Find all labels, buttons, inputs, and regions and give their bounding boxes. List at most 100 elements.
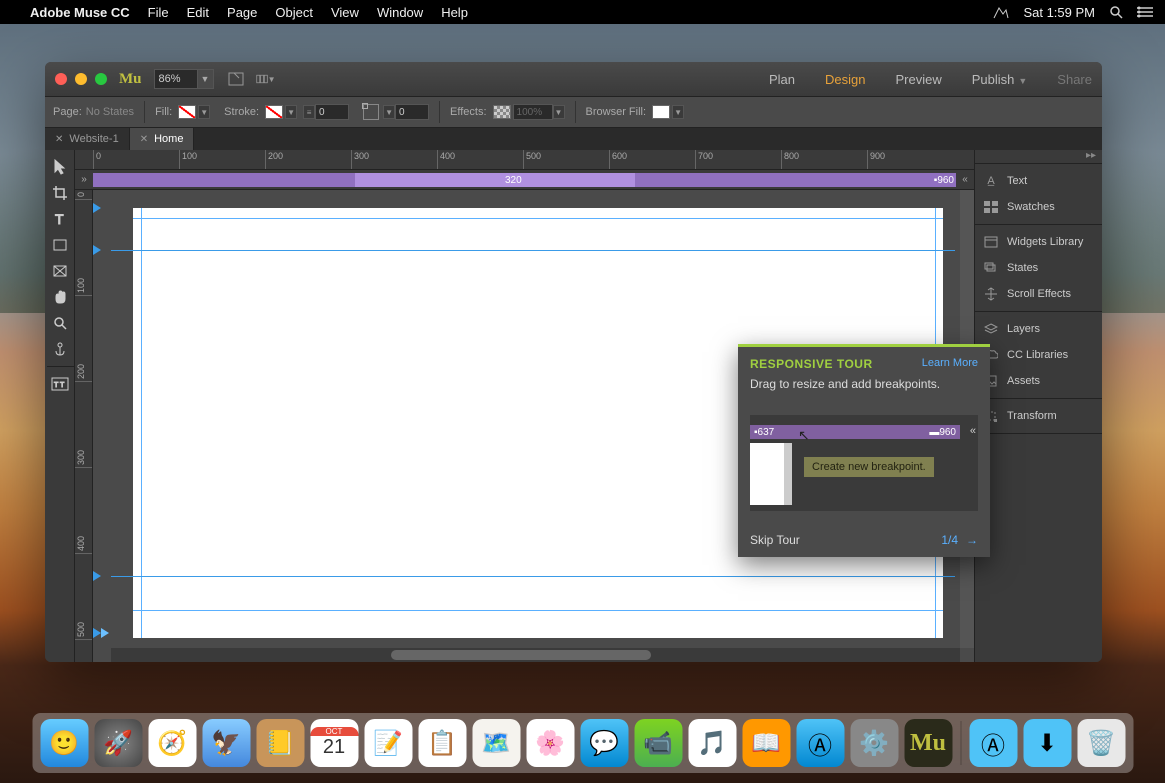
dock-calendar[interactable]: OCT21 <box>310 719 358 767</box>
guide-horizontal[interactable] <box>133 610 943 611</box>
panel-scroll-effects[interactable]: Scroll Effects <box>975 281 1102 307</box>
dock-ibooks[interactable]: 📖 <box>742 719 790 767</box>
stroke-swatch[interactable] <box>265 105 283 119</box>
guide-horizontal[interactable] <box>133 218 943 219</box>
dock-reminders[interactable]: 📋 <box>418 719 466 767</box>
bp-chevron-right[interactable]: « <box>958 170 972 189</box>
stroke-weight-icon[interactable]: ≡ <box>303 105 315 119</box>
tour-learn-more-link[interactable]: Learn More <box>922 357 978 371</box>
dock-trash[interactable]: 🗑️ <box>1077 719 1125 767</box>
nav-share[interactable]: Share <box>1057 72 1092 87</box>
panel-layers[interactable]: Layers <box>975 316 1102 342</box>
dock-apps-folder[interactable]: Ⓐ <box>969 719 1017 767</box>
guide-marker[interactable] <box>101 628 109 638</box>
layout-icon[interactable]: ▼ <box>256 69 276 89</box>
dock-facetime[interactable]: 📹 <box>634 719 682 767</box>
nav-preview[interactable]: Preview <box>895 72 941 87</box>
guide-marker[interactable] <box>93 628 101 638</box>
spotlight-icon[interactable] <box>1109 5 1123 19</box>
tab-home[interactable]: ✕Home <box>130 128 195 150</box>
muse-status-icon[interactable] <box>993 5 1009 19</box>
panel-cc-libraries[interactable]: CC Libraries <box>975 342 1102 368</box>
window-zoom-button[interactable] <box>95 73 107 85</box>
dock-mail[interactable]: 🦅 <box>202 719 250 767</box>
notification-center-icon[interactable] <box>1137 6 1153 18</box>
nav-publish[interactable]: Publish▼ <box>972 72 1028 87</box>
header-guide[interactable] <box>111 250 955 251</box>
dock-launchpad[interactable]: 🚀 <box>94 719 142 767</box>
zoom-dropdown-icon[interactable]: ▼ <box>198 69 214 89</box>
corner-radius-input[interactable] <box>395 104 429 120</box>
crop-tool[interactable] <box>46 180 74 206</box>
stroke-weight-input[interactable] <box>315 104 349 120</box>
guide-marker[interactable] <box>93 203 101 213</box>
menu-view[interactable]: View <box>331 5 359 20</box>
anchor-tool[interactable] <box>46 336 74 362</box>
zoom-tool[interactable] <box>46 310 74 336</box>
window-minimize-button[interactable] <box>75 73 87 85</box>
scrollbar-horizontal[interactable] <box>111 648 960 662</box>
ruler-vertical[interactable]: 0100200300400500 <box>75 190 93 662</box>
menu-file[interactable]: File <box>148 5 169 20</box>
zoom-level-combo[interactable]: ▼ <box>154 69 214 89</box>
dock-itunes[interactable]: 🎵 <box>688 719 736 767</box>
dock-downloads-folder[interactable]: ⬇ <box>1023 719 1071 767</box>
rectangle-tool[interactable] <box>46 232 74 258</box>
guide-vertical[interactable] <box>141 208 142 638</box>
bp-chevron-left[interactable]: » <box>75 174 93 185</box>
dock-notes[interactable]: 📝 <box>364 719 412 767</box>
page-states-value[interactable]: No States <box>86 106 134 118</box>
effects-opacity-input[interactable] <box>513 104 553 120</box>
ruler-horizontal[interactable]: 0100200300400500600700800900 <box>75 150 974 170</box>
stroke-dropdown[interactable]: ▼ <box>285 105 297 119</box>
dock-photos[interactable]: 🌸 <box>526 719 574 767</box>
panel-text[interactable]: A̲Text <box>975 168 1102 194</box>
guide-marker[interactable] <box>93 571 101 581</box>
dock-muse[interactable]: Mu <box>904 719 952 767</box>
browser-fill-swatch[interactable] <box>652 105 670 119</box>
text-tool[interactable]: T <box>46 206 74 232</box>
dock-finder[interactable]: 🙂 <box>40 719 88 767</box>
footer-guide[interactable] <box>111 576 955 577</box>
scrollbar-thumb[interactable] <box>391 650 651 660</box>
tab-website-1[interactable]: ✕Website-1 <box>45 128 130 150</box>
frame-tool[interactable] <box>46 258 74 284</box>
dock-safari[interactable]: 🧭 <box>148 719 196 767</box>
dock-appstore[interactable]: Ⓐ <box>796 719 844 767</box>
panel-collapse-icon[interactable]: ▸▸ <box>1086 150 1096 163</box>
effects-dropdown[interactable]: ▼ <box>553 105 565 119</box>
nav-design[interactable]: Design <box>825 72 865 87</box>
guide-marker[interactable] <box>93 245 101 255</box>
selection-tool[interactable] <box>46 154 74 180</box>
fill-dropdown[interactable]: ▼ <box>198 105 210 119</box>
close-icon[interactable]: ✕ <box>55 134 63 145</box>
panel-transform[interactable]: Transform <box>975 403 1102 429</box>
app-name[interactable]: Adobe Muse CC <box>30 5 130 20</box>
window-close-button[interactable] <box>55 73 67 85</box>
text-frame-tool[interactable]: T T <box>46 371 74 397</box>
corner-dropdown[interactable]: ▼ <box>383 105 395 119</box>
panel-assets[interactable]: Assets <box>975 368 1102 394</box>
menu-object[interactable]: Object <box>275 5 313 20</box>
zoom-input[interactable] <box>154 69 198 89</box>
nav-plan[interactable]: Plan <box>769 72 795 87</box>
breakpoint-bar[interactable]: » 320 ▪ 960 « <box>75 170 974 190</box>
menu-window[interactable]: Window <box>377 5 423 20</box>
panel-states[interactable]: States <box>975 255 1102 281</box>
dock-contacts[interactable]: 📒 <box>256 719 304 767</box>
menubar-clock[interactable]: Sat 1:59 PM <box>1023 5 1095 20</box>
menu-help[interactable]: Help <box>441 5 468 20</box>
fill-swatch[interactable] <box>178 105 196 119</box>
breakpoint-active-range[interactable] <box>355 173 635 187</box>
hand-tool[interactable] <box>46 284 74 310</box>
close-icon[interactable]: ✕ <box>140 134 148 145</box>
tour-skip-button[interactable]: Skip Tour <box>750 533 800 547</box>
panel-swatches[interactable]: Swatches <box>975 194 1102 220</box>
dock-messages[interactable]: 💬 <box>580 719 628 767</box>
tour-next-arrow-icon[interactable]: → <box>966 533 978 547</box>
panel-widgets-library[interactable]: Widgets Library <box>975 229 1102 255</box>
arrange-icon[interactable] <box>226 69 246 89</box>
browser-fill-dropdown[interactable]: ▼ <box>672 105 684 119</box>
dock-system-preferences[interactable]: ⚙️ <box>850 719 898 767</box>
corner-icon[interactable] <box>363 104 379 120</box>
